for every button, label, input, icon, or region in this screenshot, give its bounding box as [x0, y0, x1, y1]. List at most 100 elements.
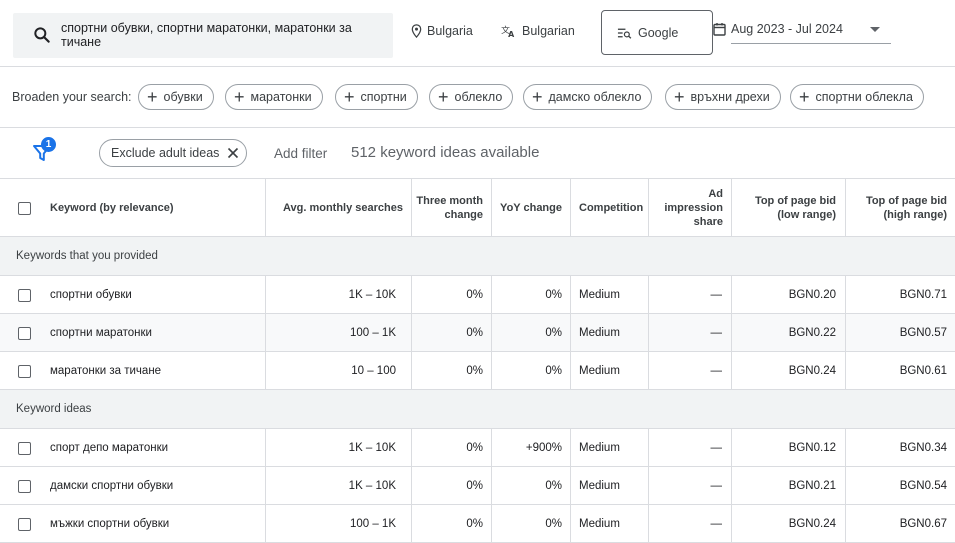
cell-bid-high: BGN0.54 — [845, 467, 955, 504]
cell-ad-impression-share: — — [648, 276, 731, 313]
table-row[interactable]: дамски спортни обувки 1K – 10K 0% 0% Med… — [0, 467, 955, 505]
language-selector[interactable]: 文A Bulgarian — [501, 24, 575, 38]
cell-bid-high: BGN0.67 — [845, 505, 955, 542]
column-header-competition[interactable]: Competition — [570, 179, 648, 236]
column-header-keyword[interactable]: Keyword (by relevance) — [50, 179, 265, 236]
broaden-label: Broaden your search: — [12, 90, 132, 104]
column-header-bid-low[interactable]: Top of page bid (low range) — [731, 179, 845, 236]
cell-keyword: мъжки спортни обувки — [50, 517, 170, 530]
group-header-ideas: Keyword ideas — [0, 390, 955, 429]
broaden-chip[interactable]: + обувки — [138, 84, 214, 110]
cell-keyword: спортни маратонки — [50, 326, 152, 339]
cell-avg-monthly-searches: 100 – 1K — [265, 505, 411, 542]
plus-icon: + — [532, 87, 543, 107]
group-label: Keyword ideas — [16, 403, 92, 415]
column-header-yoy-change[interactable]: YoY change — [491, 179, 570, 236]
row-checkbox[interactable] — [18, 288, 31, 302]
filter-row: 1 Exclude adult ideas Add filter 512 key… — [0, 128, 955, 179]
plus-icon: + — [344, 87, 355, 107]
cell-yoy-change: 0% — [491, 505, 570, 542]
broaden-chip[interactable]: + спортни — [335, 84, 418, 110]
chip-label: връхни дрехи — [690, 90, 770, 104]
keyword-search-box[interactable]: спортни обувки, спортни маратонки, марат… — [13, 13, 393, 58]
table-row[interactable]: спортни маратонки 100 – 1K 0% 0% Medium … — [0, 314, 955, 352]
cell-avg-monthly-searches: 1K – 10K — [265, 429, 411, 466]
date-range-selector[interactable]: Aug 2023 - Jul 2024 — [713, 22, 891, 44]
cell-competition: Medium — [570, 276, 648, 313]
close-icon[interactable] — [227, 147, 239, 159]
location-selector[interactable]: Bulgaria — [411, 24, 473, 38]
cell-ad-impression-share: — — [648, 467, 731, 504]
table-row[interactable]: спортни обувки 1K – 10K 0% 0% Medium — B… — [0, 276, 955, 314]
cell-ad-impression-share: — — [648, 314, 731, 351]
cell-bid-high: BGN0.71 — [845, 276, 955, 313]
cell-three-month-change: 0% — [411, 467, 491, 504]
cell-keyword: маратонки за тичане — [50, 364, 162, 377]
chip-label: спортни облекла — [815, 90, 913, 104]
row-checkbox[interactable] — [18, 517, 31, 531]
cell-bid-low: BGN0.24 — [731, 352, 845, 389]
cell-bid-low: BGN0.20 — [731, 276, 845, 313]
chip-label: спортни — [360, 90, 407, 104]
cell-competition: Medium — [570, 467, 648, 504]
column-header-bid-high[interactable]: Top of page bid (high range) — [845, 179, 955, 236]
broaden-chip[interactable]: + облекло — [429, 84, 514, 110]
cell-bid-low: BGN0.22 — [731, 314, 845, 351]
chip-label: обувки — [163, 90, 203, 104]
cell-avg-monthly-searches: 10 – 100 — [265, 352, 411, 389]
plus-icon: + — [234, 87, 245, 107]
keyword-ideas-count: 512 keyword ideas available — [351, 144, 540, 161]
column-header-ad-impression-share[interactable]: Ad impression share — [648, 179, 731, 236]
cell-yoy-change: 0% — [491, 467, 570, 504]
chip-label: дамско облекло — [548, 90, 642, 104]
cell-keyword: дамски спортни обувки — [50, 479, 174, 492]
row-checkbox[interactable] — [18, 479, 31, 493]
search-network-label: Google — [638, 25, 679, 40]
search-network-selector[interactable]: Google — [601, 10, 713, 55]
broaden-chip[interactable]: + връхни дрехи — [665, 84, 781, 110]
exclude-adult-ideas-chip[interactable]: Exclude adult ideas — [99, 139, 247, 167]
search-icon — [34, 27, 50, 43]
date-range-label: Aug 2023 - Jul 2024 — [731, 22, 843, 36]
broaden-chip[interactable]: + маратонки — [225, 84, 323, 110]
table-header-row: Keyword (by relevance) Avg. monthly sear… — [0, 179, 955, 237]
cell-competition: Medium — [570, 314, 648, 351]
cell-bid-high: BGN0.61 — [845, 352, 955, 389]
column-header-three-month-change[interactable]: Three month change — [411, 179, 491, 236]
cell-yoy-change: +900% — [491, 429, 570, 466]
table-row[interactable]: мъжки спортни обувки 100 – 1K 0% 0% Medi… — [0, 505, 955, 543]
cell-yoy-change: 0% — [491, 276, 570, 313]
row-checkbox[interactable] — [18, 326, 31, 340]
dropdown-arrow-icon — [869, 26, 880, 32]
row-checkbox[interactable] — [18, 441, 31, 455]
cell-bid-low: BGN0.24 — [731, 505, 845, 542]
cell-bid-low: BGN0.12 — [731, 429, 845, 466]
search-query-text[interactable]: спортни обувки, спортни маратонки, марат… — [61, 21, 381, 49]
cell-ad-impression-share: — — [648, 352, 731, 389]
cell-ad-impression-share: — — [648, 505, 731, 542]
row-checkbox[interactable] — [18, 364, 31, 378]
table-row[interactable]: спорт депо маратонки 1K – 10K 0% +900% M… — [0, 429, 955, 467]
cell-avg-monthly-searches: 1K – 10K — [265, 276, 411, 313]
table-row[interactable]: маратонки за тичане 10 – 100 0% 0% Mediu… — [0, 352, 955, 390]
broaden-chip[interactable]: + дамско облекло — [523, 84, 653, 110]
cell-bid-high: BGN0.57 — [845, 314, 955, 351]
cell-yoy-change: 0% — [491, 352, 570, 389]
plus-icon: + — [674, 87, 685, 107]
cell-avg-monthly-searches: 100 – 1K — [265, 314, 411, 351]
cell-three-month-change: 0% — [411, 352, 491, 389]
cell-keyword: спортни обувки — [50, 288, 132, 301]
location-label: Bulgaria — [427, 24, 473, 38]
date-range-underline — [731, 43, 891, 44]
cell-three-month-change: 0% — [411, 276, 491, 313]
group-label: Keywords that you provided — [16, 250, 158, 262]
chip-label: маратонки — [250, 90, 312, 104]
keyword-ideas-table: Keyword (by relevance) Avg. monthly sear… — [0, 179, 955, 543]
svg-text:A: A — [508, 30, 515, 38]
broaden-chip[interactable]: + спортни облекла — [790, 84, 924, 110]
cell-ad-impression-share: — — [648, 429, 731, 466]
calendar-icon — [713, 23, 726, 36]
select-all-checkbox[interactable] — [18, 201, 31, 215]
column-header-avg-monthly-searches[interactable]: Avg. monthly searches — [265, 179, 411, 236]
add-filter-button[interactable]: Add filter — [274, 146, 327, 161]
